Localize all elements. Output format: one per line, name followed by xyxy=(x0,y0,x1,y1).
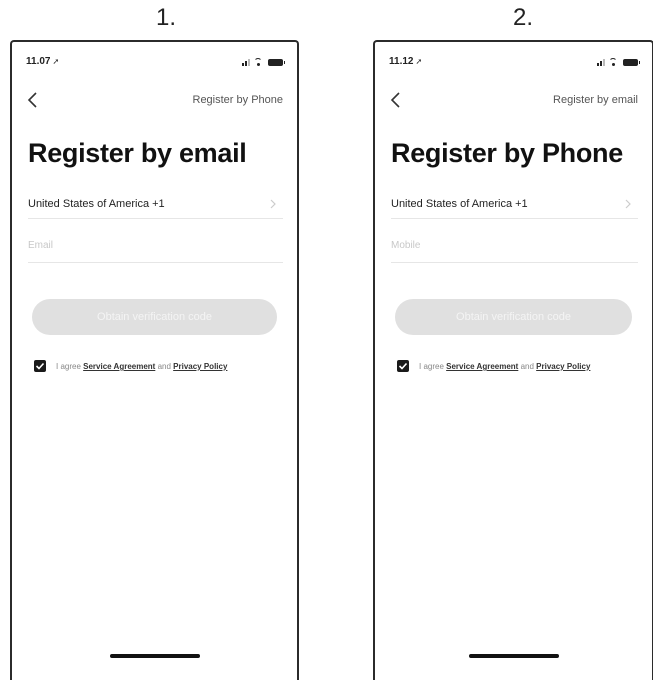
email-field-row xyxy=(28,232,283,263)
country-value: United States of America +1 xyxy=(391,198,528,210)
checkbox-checked-icon[interactable] xyxy=(397,360,409,372)
status-bar: 11.12 ➚ xyxy=(375,56,652,70)
agreement-text: I agree Service Agreement and Privacy Po… xyxy=(419,362,591,371)
step-label-1: 1. xyxy=(155,4,176,31)
battery-icon xyxy=(268,59,285,66)
mobile-field-row xyxy=(391,232,638,263)
battery-icon xyxy=(623,59,640,66)
page-title: Register by email xyxy=(28,138,247,168)
location-arrow-icon: ➚ xyxy=(52,57,60,66)
status-icons xyxy=(597,58,640,66)
status-time: 11.07 ➚ xyxy=(26,56,60,67)
chevron-right-icon xyxy=(625,199,631,209)
country-value: United States of America +1 xyxy=(28,198,165,210)
wifi-icon xyxy=(254,58,264,66)
mobile-input[interactable] xyxy=(391,240,638,251)
wifi-icon xyxy=(609,58,619,66)
obtain-verification-code-button[interactable]: Obtain verification code xyxy=(32,299,277,335)
agreement-row: I agree Service Agreement and Privacy Po… xyxy=(34,360,287,374)
home-indicator xyxy=(109,654,200,658)
signal-icon xyxy=(242,58,250,66)
privacy-policy-link[interactable]: Privacy Policy xyxy=(536,362,590,371)
checkbox-checked-icon[interactable] xyxy=(34,360,46,372)
country-selector[interactable]: United States of America +1 xyxy=(28,190,283,219)
back-chevron-icon[interactable] xyxy=(24,90,44,110)
obtain-verification-code-button[interactable]: Obtain verification code xyxy=(395,299,632,335)
register-by-email-link[interactable]: Register by email xyxy=(553,94,638,106)
phone-screen-register-email: 11.07 ➚ Register by Phone Register by ema… xyxy=(10,40,299,680)
privacy-policy-link[interactable]: Privacy Policy xyxy=(173,362,227,371)
location-arrow-icon: ➚ xyxy=(415,57,423,66)
agreement-row: I agree Service Agreement and Privacy Po… xyxy=(397,360,642,374)
step-label-2: 2. xyxy=(512,4,533,31)
signal-icon xyxy=(597,58,605,66)
page-title: Register by Phone xyxy=(391,138,623,168)
home-indicator xyxy=(468,654,559,658)
nav-bar: Register by email xyxy=(375,90,652,112)
service-agreement-link[interactable]: Service Agreement xyxy=(446,362,518,371)
status-bar: 11.07 ➚ xyxy=(12,56,297,70)
status-icons xyxy=(242,58,285,66)
register-by-phone-link[interactable]: Register by Phone xyxy=(193,94,284,106)
nav-bar: Register by Phone xyxy=(12,90,297,112)
country-selector[interactable]: United States of America +1 xyxy=(391,190,638,219)
back-chevron-icon[interactable] xyxy=(387,90,407,110)
status-time: 11.12 ➚ xyxy=(389,56,423,67)
service-agreement-link[interactable]: Service Agreement xyxy=(83,362,155,371)
agreement-text: I agree Service Agreement and Privacy Po… xyxy=(56,362,228,371)
chevron-right-icon xyxy=(270,199,276,209)
phone-screen-register-phone: 11.12 ➚ Register by email Register by Pho… xyxy=(373,40,653,680)
email-input[interactable] xyxy=(28,240,283,251)
